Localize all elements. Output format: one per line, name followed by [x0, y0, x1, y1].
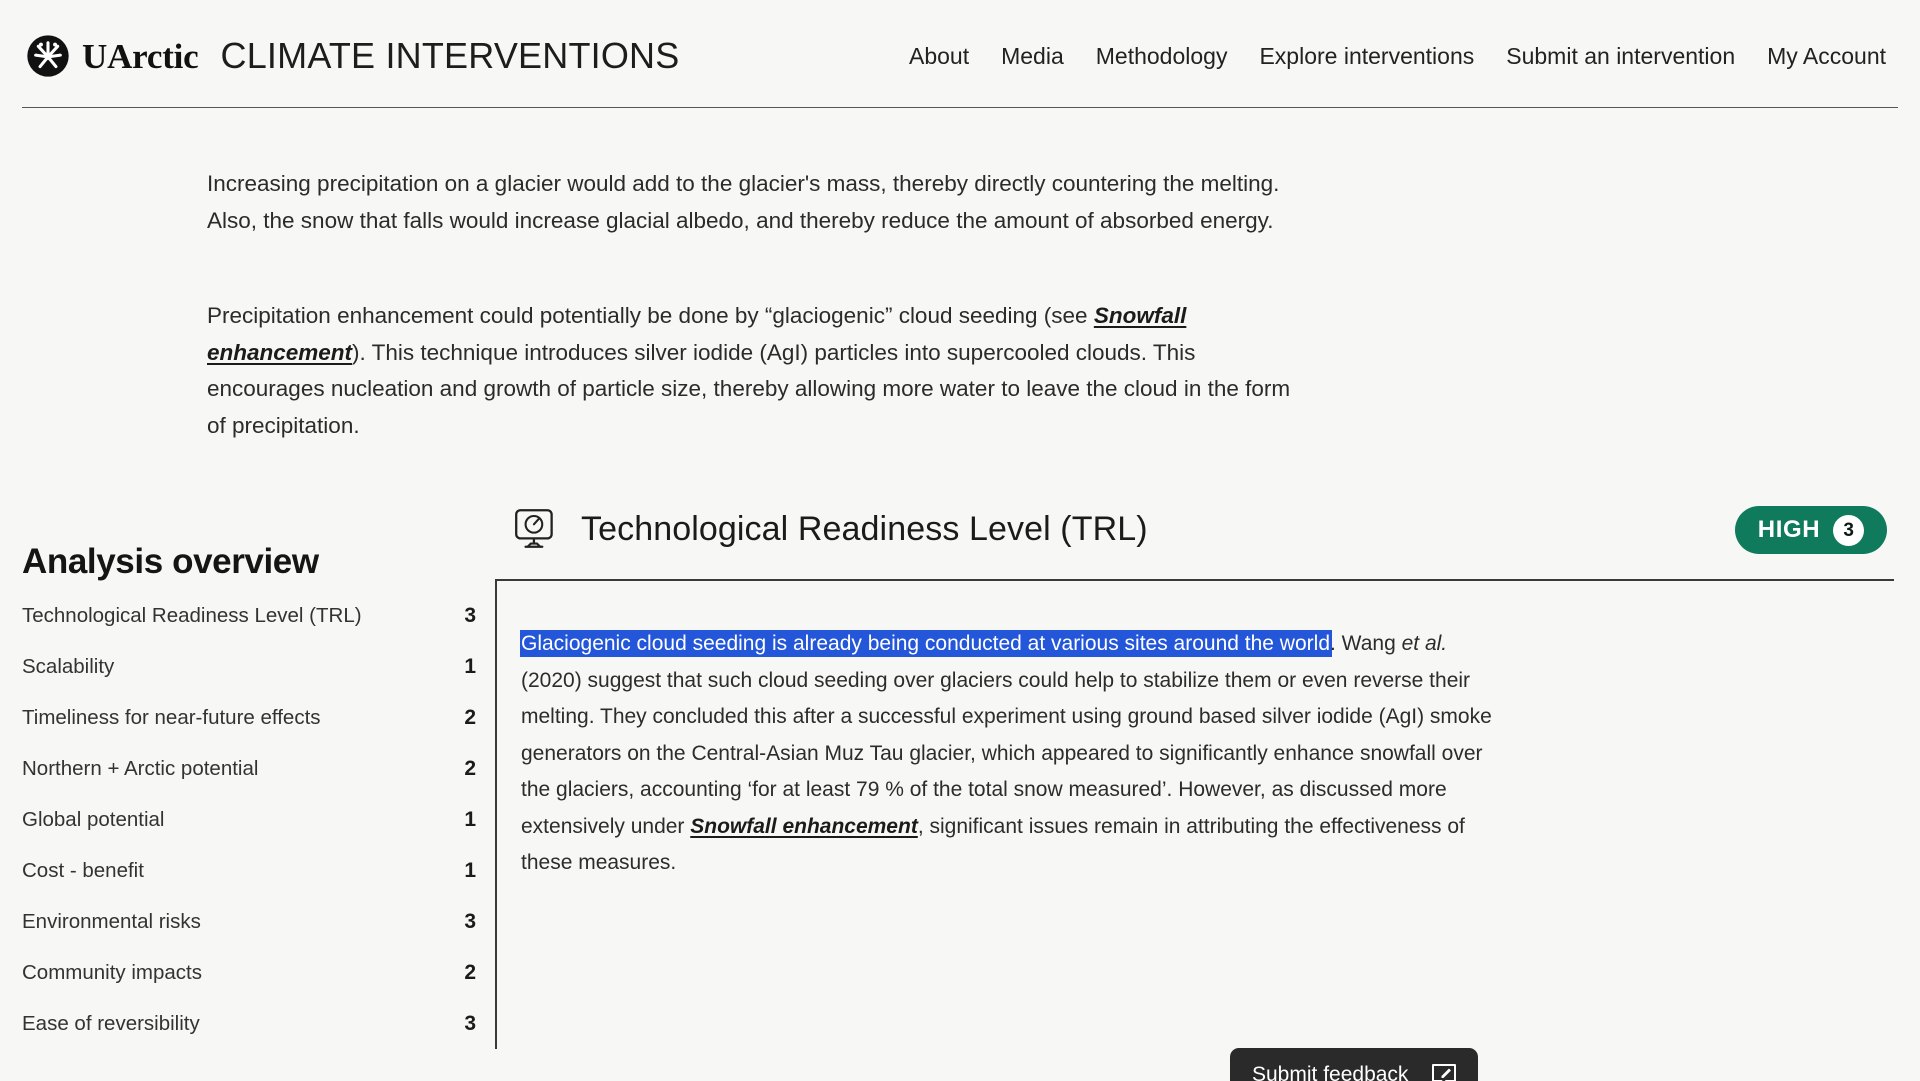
overview-row-community-impacts[interactable]: Community impacts 2	[22, 961, 482, 1012]
trl-content-card: Glaciogenic cloud seeding is already bei…	[495, 579, 1894, 1049]
site-brand[interactable]: UArctic CLIMATE INTERVENTIONS	[26, 24, 679, 88]
monitor-gauge-icon	[515, 509, 553, 548]
nav-item-submit-an-intervention[interactable]: Submit an intervention	[1506, 43, 1735, 70]
analysis-overview-sidebar: Analysis overview Technological Readines…	[22, 542, 482, 1063]
overview-row-cost-benefit[interactable]: Cost - benefit 1	[22, 859, 482, 910]
analysis-overview-title: Analysis overview	[22, 542, 319, 581]
trl-body-citation-italic: et al.	[1401, 632, 1448, 655]
overview-label: Scalability	[22, 655, 115, 678]
intro-p2-pre: Precipitation enhancement could potentia…	[207, 303, 1094, 328]
analysis-section: Analysis overview Technological Readines…	[0, 492, 1920, 1081]
overview-label: Ease of reversibility	[22, 1012, 200, 1035]
trl-title: Technological Readiness Level (TRL)	[581, 509, 1148, 548]
overview-row-technological-readiness-level[interactable]: Technological Readiness Level (TRL) 3	[22, 604, 482, 655]
overview-row-environmental-risks[interactable]: Environmental risks 3	[22, 910, 482, 961]
trl-body-seg-2: (2020) suggest that such cloud seeding o…	[521, 668, 1492, 838]
trl-header: Technological Readiness Level (TRL)	[495, 492, 1895, 566]
trl-panel: Technological Readiness Level (TRL) HIGH…	[495, 492, 1895, 1049]
overview-label: Global potential	[22, 808, 165, 831]
nav-item-explore-interventions[interactable]: Explore interventions	[1259, 43, 1474, 70]
uarctic-snowflake-logo-icon	[27, 35, 69, 77]
overview-score: 1	[464, 859, 476, 882]
trl-rating-badge[interactable]: HIGH 3	[1735, 506, 1887, 554]
overview-score: 1	[464, 808, 476, 831]
selected-text-highlight[interactable]: Glaciogenic cloud seeding is already bei…	[521, 630, 1330, 657]
overview-row-timeliness[interactable]: Timeliness for near-future effects 2	[22, 706, 482, 757]
submit-feedback-tooltip[interactable]: Submit feedback	[1230, 1048, 1479, 1081]
overview-score: 2	[464, 757, 476, 780]
trl-snowfall-enhancement-link[interactable]: Snowfall enhancement	[690, 815, 918, 838]
overview-row-northern-arctic-potential[interactable]: Northern + Arctic potential 2	[22, 757, 482, 808]
feedback-pencil-bubble-icon	[1432, 1064, 1457, 1081]
overview-score: 3	[464, 910, 476, 933]
overview-label: Cost - benefit	[22, 859, 144, 882]
trl-rating-label: HIGH	[1757, 516, 1821, 543]
trl-body-text: Glaciogenic cloud seeding is already bei…	[521, 626, 1506, 882]
overview-score: 2	[464, 961, 476, 984]
intro-p2-post: ). This technique introduces silver iodi…	[207, 339, 1291, 438]
overview-score: 1	[464, 655, 476, 678]
overview-label: Timeliness for near-future effects	[22, 706, 321, 729]
nav-item-media[interactable]: Media	[1001, 43, 1064, 70]
submit-feedback-label: Submit feedback	[1252, 1063, 1409, 1081]
overview-label: Northern + Arctic potential	[22, 757, 259, 780]
brand-subtitle: CLIMATE INTERVENTIONS	[220, 35, 680, 76]
main-nav: About Media Methodology Explore interven…	[909, 43, 1894, 70]
nav-item-about[interactable]: About	[909, 43, 969, 70]
nav-item-my-account[interactable]: My Account	[1767, 43, 1886, 70]
overview-row-ease-of-reversibility[interactable]: Ease of reversibility 3	[22, 1012, 482, 1063]
intro-paragraph-2: Precipitation enhancement could potentia…	[207, 298, 1297, 444]
overview-score: 3	[464, 1012, 476, 1035]
overview-score: 2	[464, 706, 476, 729]
header-divider	[22, 107, 1898, 108]
overview-label: Environmental risks	[22, 910, 201, 933]
brand-name: UArctic	[82, 36, 199, 76]
nav-item-methodology[interactable]: Methodology	[1096, 43, 1228, 70]
overview-row-global-potential[interactable]: Global potential 1	[22, 808, 482, 859]
intro-paragraph-1: Increasing precipitation on a glacier wo…	[207, 171, 1280, 233]
overview-label: Technological Readiness Level (TRL)	[22, 604, 362, 627]
trl-rating-value: 3	[1833, 514, 1865, 546]
intro-section: Increasing precipitation on a glacier wo…	[0, 110, 1400, 444]
overview-score: 3	[464, 604, 476, 627]
overview-label: Community impacts	[22, 961, 202, 984]
site-header: UArctic CLIMATE INTERVENTIONS About Medi…	[0, 0, 1920, 110]
overview-row-scalability[interactable]: Scalability 1	[22, 655, 482, 706]
trl-body-seg-1: . Wang	[1330, 632, 1402, 655]
